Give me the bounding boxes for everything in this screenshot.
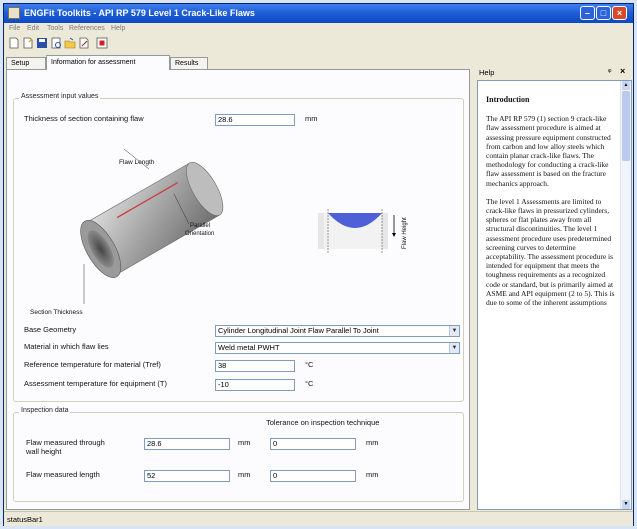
- help-pane: Introduction The API RP 579 (1) section …: [477, 80, 632, 510]
- base-geometry-value: Cylinder Longitudinal Joint Flaw Paralle…: [218, 326, 379, 335]
- assessment-temp-unit: °C: [305, 379, 314, 388]
- application-window: ENGFit Toolkits - API RP 579 Level 1 Cra…: [3, 3, 634, 526]
- scroll-down-icon[interactable]: ▼: [622, 500, 630, 509]
- new-file-icon[interactable]: [8, 37, 20, 49]
- tab-information-for-assessment[interactable]: Information for assessment: [46, 55, 170, 70]
- new-folder-icon[interactable]: [22, 37, 34, 49]
- tab-results[interactable]: Results: [170, 57, 208, 69]
- menu-bar: File Edit Tools References Help: [4, 23, 633, 35]
- flaw-height-tolerance-unit: mm: [366, 438, 379, 447]
- flaw-height-diagram: [318, 209, 396, 253]
- tref-input[interactable]: 38: [215, 360, 295, 372]
- maximize-button[interactable]: □: [596, 6, 611, 20]
- flaw-height-input[interactable]: 28.6: [144, 438, 230, 450]
- flaw-height-label: Flaw Height: [402, 217, 408, 249]
- assessment-input-group: Assessment input values Thickness of sec…: [13, 93, 464, 402]
- assessment-temp-input[interactable]: -10: [215, 379, 295, 391]
- help-content: Introduction The API RP 579 (1) section …: [486, 95, 616, 316]
- chevron-down-icon[interactable]: ▼: [449, 326, 459, 336]
- flaw-length-input[interactable]: 52: [144, 470, 230, 482]
- close-help-icon[interactable]: ×: [620, 66, 625, 76]
- assessment-group-label: Assessment input values: [19, 93, 101, 100]
- menu-references[interactable]: References: [69, 25, 105, 32]
- flaw-height-label-line2: wall height: [26, 447, 62, 456]
- flaw-height-tolerance-input[interactable]: 0: [270, 438, 356, 450]
- stop-icon[interactable]: [96, 37, 108, 49]
- flaw-length-label: Flaw Length: [119, 159, 155, 166]
- scrollbar-thumb[interactable]: [622, 91, 630, 161]
- menu-tools[interactable]: Tools: [47, 25, 63, 32]
- inspection-data-group: Inspection data Tolerance on inspection …: [13, 407, 464, 502]
- toolbar: [4, 36, 633, 52]
- status-bar: statusBar1: [4, 511, 633, 526]
- menu-file[interactable]: File: [9, 25, 20, 32]
- tab-content-panel: Assessment input values Thickness of sec…: [6, 69, 470, 510]
- save-icon[interactable]: [36, 37, 48, 49]
- chevron-down-icon[interactable]: ▼: [449, 343, 459, 353]
- scroll-up-icon[interactable]: ▲: [622, 81, 630, 90]
- pin-icon[interactable]: ᵠ: [608, 67, 612, 76]
- thickness-input[interactable]: 28.6: [215, 114, 295, 126]
- minimize-button[interactable]: –: [580, 6, 595, 20]
- menu-help[interactable]: Help: [111, 25, 125, 32]
- help-pane-title: Help: [479, 68, 495, 77]
- edit-icon[interactable]: [78, 37, 90, 49]
- tolerance-label: Tolerance on inspection technique: [266, 418, 380, 427]
- tab-strip: Setup Information for assessment Results: [6, 55, 476, 70]
- help-paragraph-2: The level 1 Assessments are limited to c…: [486, 196, 615, 308]
- flaw-length-tolerance-input[interactable]: 0: [270, 470, 356, 482]
- material-value: Weld metal PWHT: [218, 343, 280, 352]
- tab-setup[interactable]: Setup: [6, 57, 46, 69]
- close-button[interactable]: ×: [612, 6, 627, 20]
- help-scrollbar[interactable]: ▲ ▼: [620, 81, 631, 509]
- inspection-group-label: Inspection data: [19, 407, 71, 414]
- base-geometry-label: Base Geometry: [24, 325, 77, 334]
- tref-unit: °C: [305, 360, 314, 369]
- base-geometry-select[interactable]: Cylinder Longitudinal Joint Flaw Paralle…: [215, 325, 460, 337]
- material-label: Material in which flaw lies: [24, 342, 109, 351]
- flaw-height-label-line1: Flaw measured through: [26, 438, 105, 447]
- print-preview-icon[interactable]: [50, 37, 62, 49]
- flaw-length-unit: mm: [238, 470, 251, 479]
- thickness-unit: mm: [305, 114, 318, 123]
- flaw-length-measured-label: Flaw measured length: [26, 470, 100, 479]
- tref-label: Reference temperature for material (Tref…: [24, 360, 161, 369]
- status-text: statusBar1: [7, 515, 43, 524]
- material-select[interactable]: Weld metal PWHT ▼: [215, 342, 460, 354]
- menu-edit[interactable]: Edit: [27, 25, 39, 32]
- assessment-temp-label: Assessment temperature for equipment (T): [24, 379, 167, 388]
- help-pane-header: Help ᵠ ×: [477, 66, 632, 78]
- section-thickness-label: Section Thickness: [30, 309, 83, 316]
- parallel-label: Parallel: [190, 223, 211, 229]
- orientation-label: Orientation: [185, 231, 215, 237]
- help-paragraph-1: The API RP 579 (1) section 9 crack-like …: [486, 114, 611, 188]
- flaw-length-tolerance-unit: mm: [366, 470, 379, 479]
- thickness-label: Thickness of section containing flaw: [24, 114, 144, 123]
- app-icon: [8, 7, 20, 19]
- help-heading: Introduction: [486, 95, 530, 104]
- window-title: ENGFit Toolkits - API RP 579 Level 1 Cra…: [24, 8, 255, 18]
- flaw-height-unit: mm: [238, 438, 251, 447]
- open-folder-icon[interactable]: [64, 37, 76, 49]
- title-bar[interactable]: ENGFit Toolkits - API RP 579 Level 1 Cra…: [4, 4, 633, 23]
